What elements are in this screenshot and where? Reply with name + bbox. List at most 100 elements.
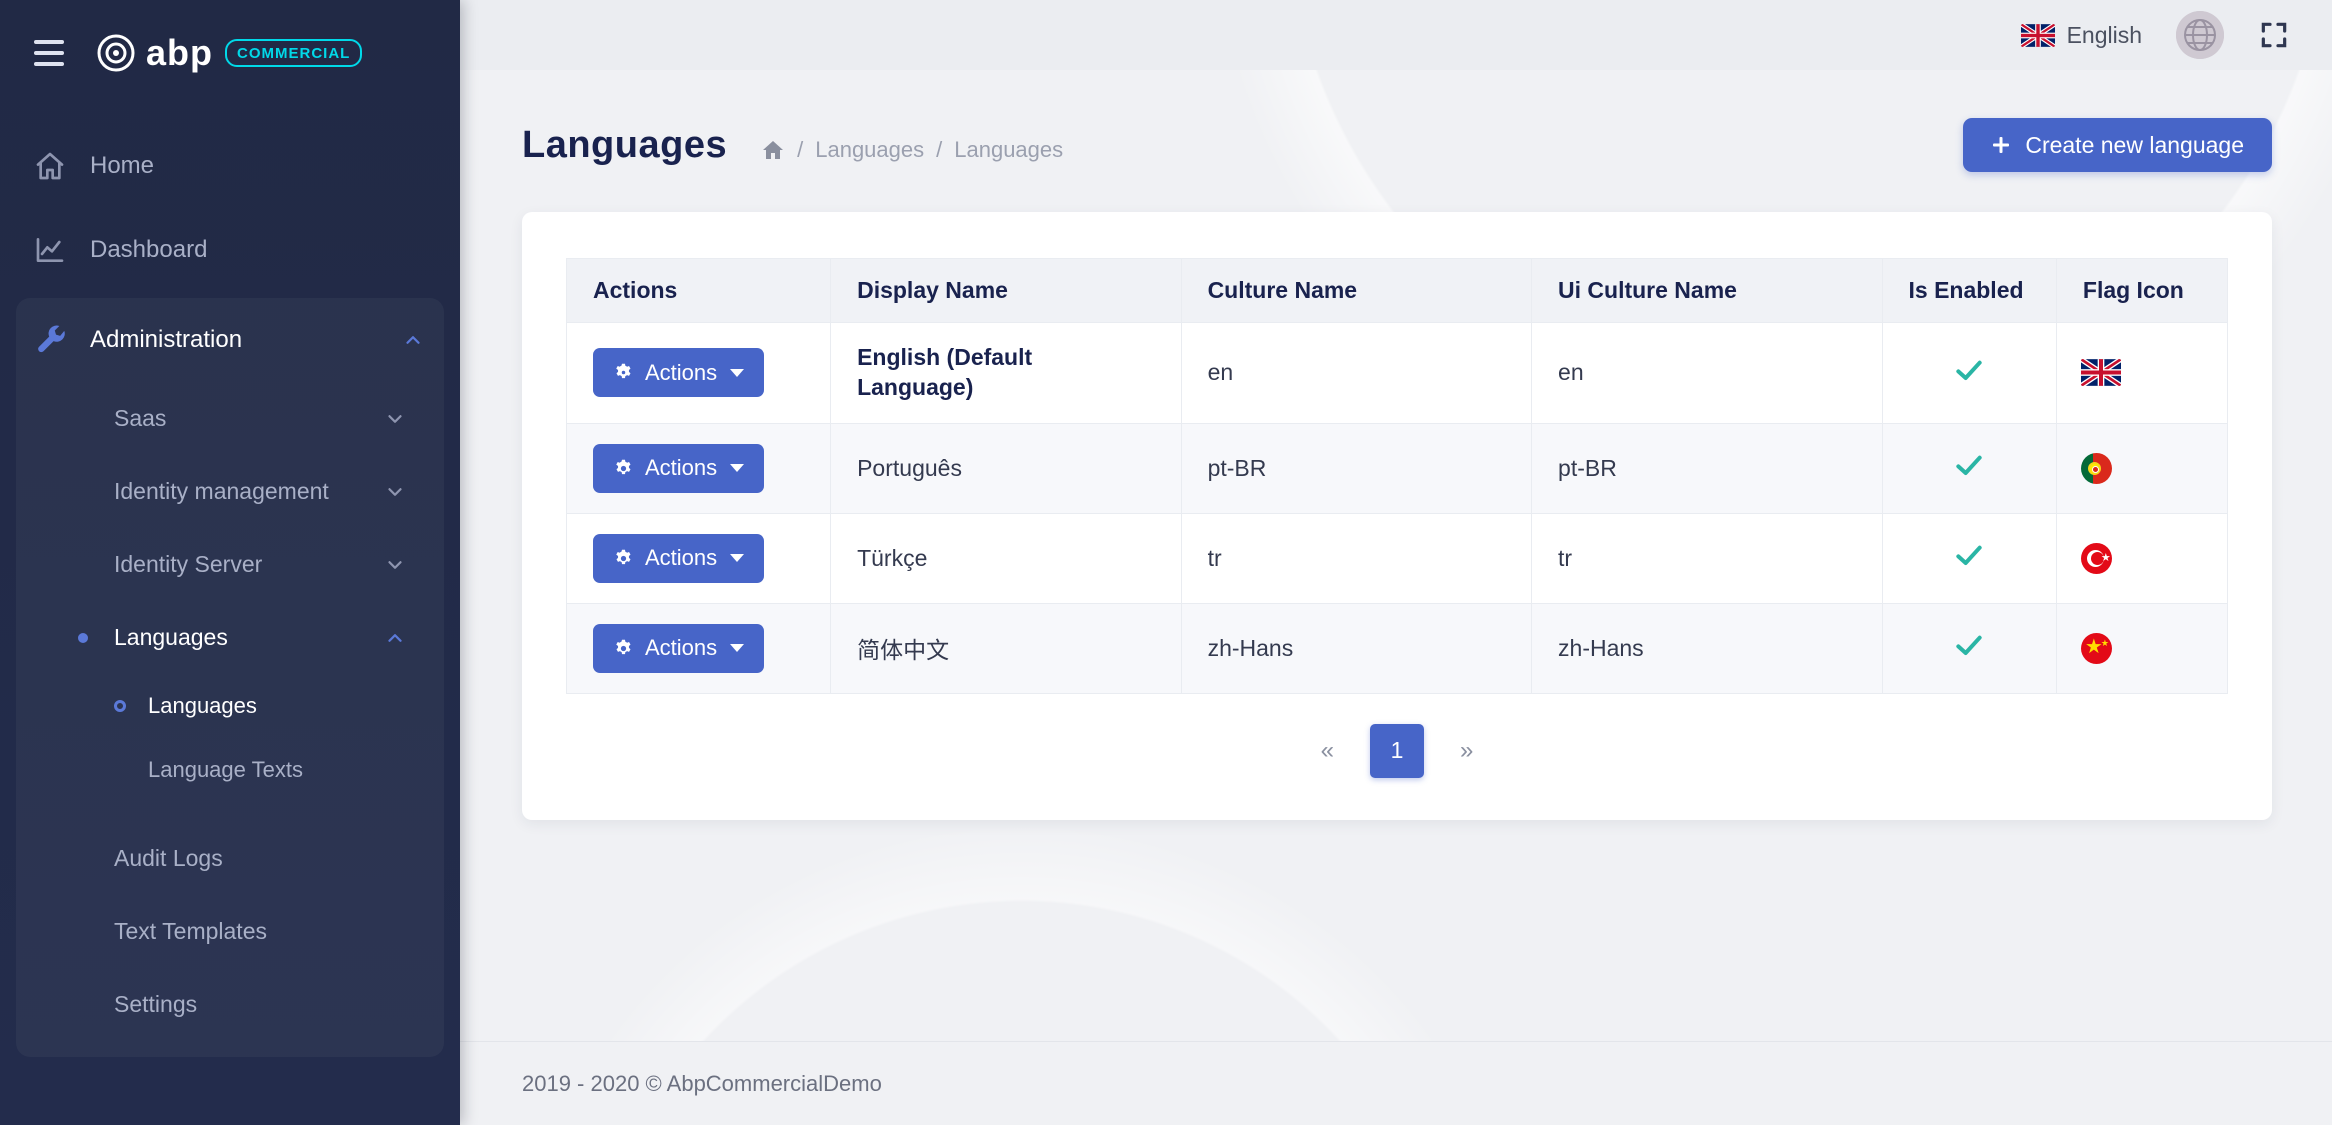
actions-button-label: Actions	[645, 455, 717, 481]
main-column: English Languages	[460, 0, 2332, 1125]
pagination: « 1 »	[566, 724, 2228, 778]
page-header: Languages / Languages / Languages Create…	[522, 118, 2272, 172]
pagination-next-button[interactable]: »	[1450, 731, 1483, 771]
sidebar-item-label: Saas	[114, 405, 166, 432]
sidebar-item-language-texts[interactable]: Language Texts	[16, 738, 444, 802]
breadcrumb-item[interactable]: Languages	[954, 137, 1063, 163]
page-content: Languages / Languages / Languages Create…	[460, 70, 2332, 1041]
page-title: Languages	[522, 124, 727, 167]
actions-dropdown-button[interactable]: Actions	[593, 624, 764, 673]
china-flag-icon: ★★	[2081, 633, 2112, 664]
enabled-check-icon	[1953, 354, 1985, 386]
display-name-cell: English (Default Language)	[831, 323, 1181, 424]
breadcrumb-item[interactable]: Languages	[815, 137, 924, 163]
breadcrumb-separator: /	[797, 137, 803, 163]
caret-down-icon	[730, 644, 744, 652]
sidebar-item-label: Text Templates	[114, 918, 267, 945]
pagination-page-1-button[interactable]: 1	[1370, 724, 1424, 778]
sidebar-item-dashboard[interactable]: Dashboard	[0, 208, 460, 292]
chevron-up-icon	[384, 627, 406, 649]
chevron-up-icon	[402, 329, 424, 351]
ui-culture-name-cell: zh-Hans	[1532, 603, 1882, 693]
sidebar-item-audit-logs[interactable]: Audit Logs	[16, 822, 444, 895]
administration-expanded-panel: Administration Saas Identity management …	[16, 298, 444, 1057]
column-header-actions: Actions	[567, 259, 831, 323]
language-label: English	[2067, 22, 2142, 49]
gear-icon	[613, 458, 634, 479]
abp-logo-icon	[96, 33, 136, 73]
sidebar-item-languages-child[interactable]: Languages	[16, 674, 444, 738]
sidebar-item-administration[interactable]: Administration	[16, 298, 444, 382]
fullscreen-button[interactable]	[2258, 19, 2290, 51]
table-header-row: Actions Display Name Culture Name Ui Cul…	[567, 259, 2228, 323]
ui-culture-name-cell: en	[1532, 323, 1882, 424]
active-bullet-icon	[114, 700, 126, 712]
caret-down-icon	[730, 464, 744, 472]
create-new-language-button[interactable]: Create new language	[1963, 118, 2272, 172]
actions-button-label: Actions	[645, 635, 717, 661]
enabled-check-icon	[1953, 629, 1985, 661]
uk-flag-icon	[2021, 24, 2055, 47]
abp-logo[interactable]: abp COMMERCIAL	[96, 33, 362, 73]
caret-down-icon	[730, 369, 744, 377]
language-selector[interactable]: English	[2021, 22, 2142, 49]
column-header-ui-culture-name: Ui Culture Name	[1532, 259, 1882, 323]
sidebar-item-identity-management[interactable]: Identity management	[16, 455, 444, 528]
caret-down-icon	[730, 554, 744, 562]
uk-flag-icon	[2081, 359, 2121, 386]
culture-name-cell: pt-BR	[1181, 423, 1531, 513]
fullscreen-icon	[2258, 19, 2290, 51]
active-dot-icon	[78, 633, 88, 643]
actions-dropdown-button[interactable]: Actions	[593, 348, 764, 397]
actions-dropdown-button[interactable]: Actions	[593, 534, 764, 583]
pagination-prev-button[interactable]: «	[1311, 731, 1344, 771]
breadcrumb: / Languages / Languages	[761, 137, 1063, 163]
app-root: abp COMMERCIAL Home Dashboard	[0, 0, 2332, 1125]
display-name-cell: Türkçe	[831, 513, 1181, 603]
ui-culture-name-cell: tr	[1532, 513, 1882, 603]
sidebar-header: abp COMMERCIAL	[0, 0, 460, 106]
breadcrumb-home-icon[interactable]	[761, 138, 785, 162]
table-row: Actions 简体中文 zh-Hans zh-Hans	[567, 603, 2228, 693]
chevron-down-icon	[384, 408, 406, 430]
sidebar-item-settings[interactable]: Settings	[16, 968, 444, 1041]
sidebar-item-label: Administration	[90, 326, 242, 354]
column-header-culture-name: Culture Name	[1181, 259, 1531, 323]
column-header-is-enabled: Is Enabled	[1882, 259, 2056, 323]
gear-icon	[613, 548, 634, 569]
sidebar-item-label: Audit Logs	[114, 845, 223, 872]
sidebar-item-label: Identity Server	[114, 551, 262, 578]
sidebar-item-label: Languages	[148, 693, 257, 719]
sidebar-item-identity-server[interactable]: Identity Server	[16, 528, 444, 601]
breadcrumb-separator: /	[936, 137, 942, 163]
chevron-down-icon	[384, 554, 406, 576]
display-name-cell: Português	[831, 423, 1181, 513]
sidebar-item-languages[interactable]: Languages	[16, 601, 444, 674]
gear-icon	[613, 638, 634, 659]
plus-icon	[1991, 135, 2011, 155]
sidebar-item-label: Identity management	[114, 478, 329, 505]
menu-toggle-icon[interactable]	[32, 34, 66, 72]
user-avatar[interactable]	[2176, 11, 2224, 59]
actions-button-label: Actions	[645, 360, 717, 386]
culture-name-cell: tr	[1181, 513, 1531, 603]
globe-avatar-icon	[2176, 11, 2224, 59]
sidebar-item-label: Home	[90, 152, 154, 180]
culture-name-cell: zh-Hans	[1181, 603, 1531, 693]
topbar: English	[460, 0, 2332, 70]
sidebar-item-saas[interactable]: Saas	[16, 382, 444, 455]
table-row: Actions English (Default Language) en en	[567, 323, 2228, 424]
column-header-flag-icon: Flag Icon	[2056, 259, 2227, 323]
ui-culture-name-cell: pt-BR	[1532, 423, 1882, 513]
sidebar-item-label: Settings	[114, 991, 197, 1018]
sidebar-item-text-templates[interactable]: Text Templates	[16, 895, 444, 968]
actions-dropdown-button[interactable]: Actions	[593, 444, 764, 493]
enabled-check-icon	[1953, 449, 1985, 481]
sidebar: abp COMMERCIAL Home Dashboard	[0, 0, 460, 1125]
gear-icon	[613, 362, 634, 383]
actions-button-label: Actions	[645, 545, 717, 571]
sidebar-nav: Home Dashboard Administration Saas	[0, 106, 460, 1057]
culture-name-cell: en	[1181, 323, 1531, 424]
sidebar-item-home[interactable]: Home	[0, 124, 460, 208]
languages-table-card: Actions Display Name Culture Name Ui Cul…	[522, 212, 2272, 820]
